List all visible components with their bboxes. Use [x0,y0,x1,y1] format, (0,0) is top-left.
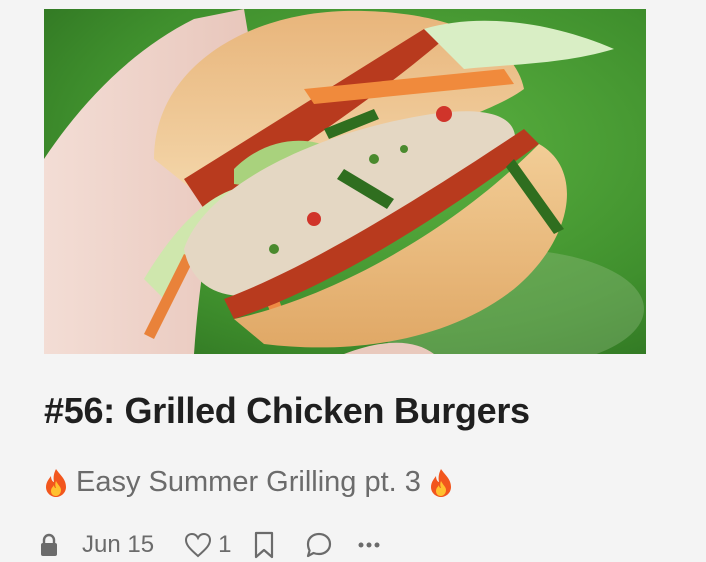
lock-icon [38,533,60,557]
post-title[interactable]: #56: Grilled Chicken Burgers [44,390,530,432]
fire-emoji-icon [46,468,66,497]
more-icon [358,542,380,548]
comment-button[interactable] [305,531,333,559]
like-button[interactable]: 1 [184,531,231,559]
subtitle-text: Easy Summer Grilling pt. 3 [76,466,421,498]
post-cover-image[interactable] [44,9,646,354]
post-subtitle: Easy Summer Grilling pt. 3 [44,466,453,499]
like-count: 1 [218,531,232,558]
fire-emoji-icon [430,468,451,497]
heart-icon [185,532,212,558]
bookmark-button[interactable] [253,531,275,559]
more-options-button[interactable] [357,540,381,550]
post-date: Jun 15 [82,531,155,558]
comment-icon [307,532,332,558]
burger-photo [44,9,646,354]
post-meta-bar: Jun 15 1 [38,528,381,562]
bookmark-icon [255,531,274,559]
